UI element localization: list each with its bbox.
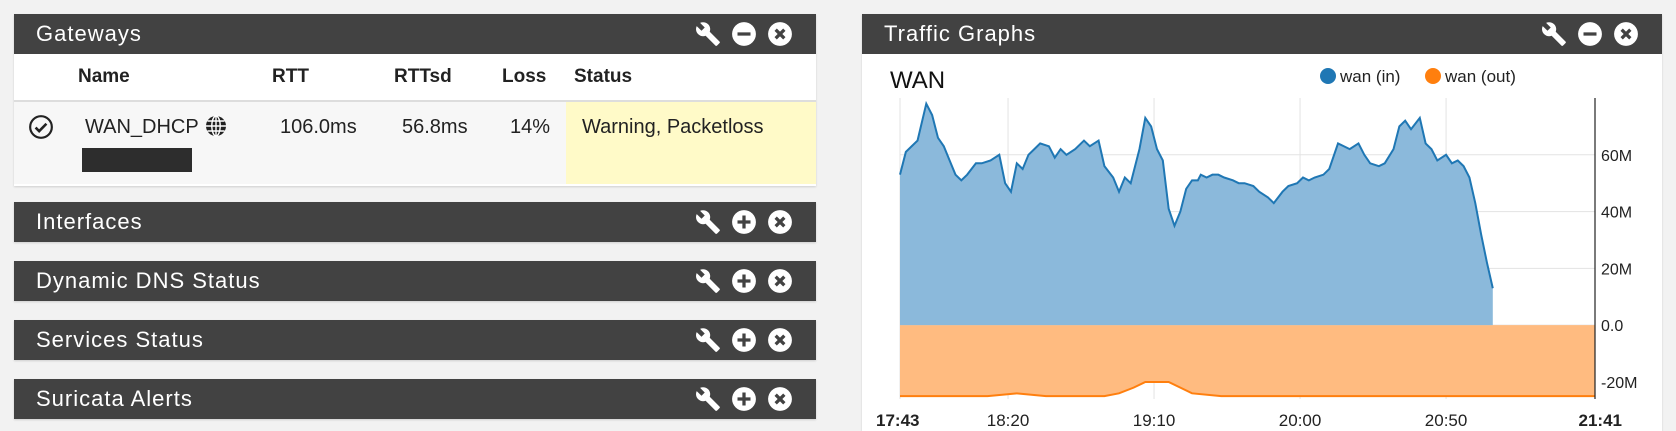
globe-icon (204, 114, 228, 144)
col-loss: Loss (502, 66, 547, 87)
close-circle-icon[interactable] (766, 267, 794, 295)
x-tick-label-0: 17:43 (876, 411, 919, 430)
redacted-address (82, 148, 192, 172)
gateway-status: Warning, Packetloss (582, 116, 764, 138)
y-tick-label-4: 60M (1601, 148, 1632, 165)
y-tick-label-2: 20M (1601, 261, 1632, 278)
col-rtt: RTT (272, 66, 309, 87)
minus-circle-icon[interactable] (1576, 20, 1604, 48)
suricata-alerts-panel: Suricata Alerts (14, 379, 816, 419)
dynamic-dns-header: Dynamic DNS Status (14, 261, 816, 301)
plus-circle-icon[interactable] (730, 326, 758, 354)
status-cell-warning (566, 102, 816, 184)
wrench-icon[interactable] (694, 267, 722, 295)
legend-swatch-0 (1320, 68, 1336, 84)
close-circle-icon[interactable] (766, 20, 794, 48)
y-tick-label-0: -20M (1601, 375, 1637, 392)
traffic-graphs-panel: Traffic Graphs WAN wan (in) wan (out) -20M 0… (862, 14, 1662, 431)
wrench-icon[interactable] (1540, 20, 1568, 48)
legend-swatch-1 (1425, 68, 1441, 84)
plus-circle-icon[interactable] (730, 385, 758, 413)
services-status-title: Services Status (36, 327, 204, 352)
x-tick-label-1: 18:20 (987, 411, 1030, 430)
wrench-icon[interactable] (694, 20, 722, 48)
wrench-icon[interactable] (694, 208, 722, 236)
x-tick-label-5: 21:41 (1579, 411, 1622, 430)
close-circle-icon[interactable] (766, 385, 794, 413)
traffic-chart: WAN wan (in) wan (out) -20M 0.0 20M 40M 60M 17:4… (876, 67, 1637, 430)
chart-title: WAN (890, 67, 945, 94)
close-circle-icon[interactable] (766, 326, 794, 354)
suricata-alerts-title: Suricata Alerts (36, 386, 193, 411)
table-row: WAN_DHCP 106.0ms 56.8ms 14% Warning, Pac… (14, 102, 816, 184)
x-tick-label-4: 20:50 (1425, 411, 1468, 430)
interfaces-title: Interfaces (36, 209, 143, 234)
traffic-graph-body: WAN wan (in) wan (out) -20M 0.0 20M 40M 60M 17:4… (862, 54, 1662, 431)
services-status-panel: Services Status (14, 320, 816, 360)
interfaces-panel: Interfaces (14, 202, 816, 242)
col-rttsd: RTTsd (394, 66, 452, 87)
x-tick-label-3: 20:00 (1279, 411, 1322, 430)
series-wan-out-area (900, 325, 1595, 397)
legend-label-0: wan (in) (1339, 67, 1400, 86)
gateway-rttsd: 56.8ms (402, 116, 468, 138)
wrench-icon[interactable] (694, 385, 722, 413)
gateway-loss: 14% (510, 116, 551, 138)
close-circle-icon[interactable] (766, 208, 794, 236)
suricata-alerts-header: Suricata Alerts (14, 379, 816, 419)
legend-label-1: wan (out) (1444, 67, 1516, 86)
plus-circle-icon[interactable] (730, 208, 758, 236)
col-status: Status (574, 66, 633, 87)
check-circle-icon (28, 114, 54, 146)
dynamic-dns-title: Dynamic DNS Status (36, 268, 261, 293)
interfaces-header: Interfaces (14, 202, 816, 242)
wrench-icon[interactable] (694, 326, 722, 354)
gateway-rtt: 106.0ms (280, 116, 357, 138)
y-tick-label-3: 40M (1601, 205, 1632, 222)
gateways-title: Gateways (36, 21, 142, 46)
dynamic-dns-panel: Dynamic DNS Status (14, 261, 816, 301)
col-name: Name (78, 66, 130, 87)
series-wan-in-area (900, 103, 1493, 326)
services-status-header: Services Status (14, 320, 816, 360)
y-tick-label-1: 0.0 (1601, 318, 1623, 335)
minus-circle-icon[interactable] (730, 20, 758, 48)
close-circle-icon[interactable] (1612, 20, 1640, 48)
traffic-graphs-title: Traffic Graphs (884, 21, 1037, 46)
plus-circle-icon[interactable] (730, 267, 758, 295)
gateway-name: WAN_DHCP (85, 116, 199, 138)
gateways-panel: Gateways Name RTT RTTsd Loss Status WAN_… (14, 14, 816, 186)
gateways-table-header: Name RTT RTTsd Loss Status (14, 54, 816, 102)
gateways-header: Gateways (14, 14, 816, 54)
x-tick-label-2: 19:10 (1133, 411, 1176, 430)
traffic-graphs-header: Traffic Graphs (862, 14, 1662, 54)
